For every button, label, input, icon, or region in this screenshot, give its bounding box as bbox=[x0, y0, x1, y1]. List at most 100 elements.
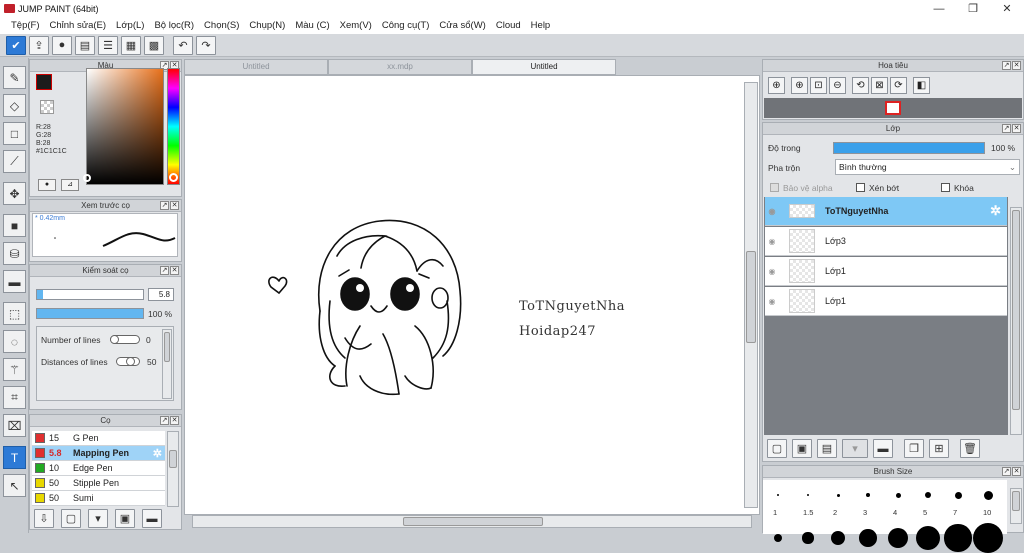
layer-folder-icon[interactable]: ▬ bbox=[873, 439, 893, 458]
clipping-checkbox[interactable] bbox=[856, 183, 865, 192]
menu-view[interactable]: Xem(V) bbox=[335, 20, 377, 31]
transparent-swatch[interactable] bbox=[40, 100, 54, 114]
brush-size-dot-large[interactable] bbox=[944, 524, 972, 552]
canvas-vertical-scrollbar[interactable] bbox=[744, 82, 758, 508]
zoom-out-icon[interactable]: ⊖ bbox=[829, 76, 846, 94]
lasso-icon[interactable]: ◌ bbox=[3, 330, 26, 353]
swap-icon[interactable]: ⊿ bbox=[61, 179, 79, 191]
drawing-canvas[interactable]: ToTNguyetNha Hoidap247 bbox=[184, 75, 760, 515]
layer-opacity-slider[interactable] bbox=[833, 142, 985, 154]
rotate-right-icon[interactable]: ⟳ bbox=[890, 76, 907, 94]
detach-icon[interactable]: ↗ bbox=[1002, 467, 1011, 476]
blend-mode-select[interactable]: Bình thường ⌄ bbox=[835, 159, 1020, 175]
menu-tools[interactable]: Công cụ(T) bbox=[377, 20, 435, 31]
new-vector-layer-icon[interactable]: ▣ bbox=[792, 439, 812, 458]
layer-row[interactable]: ◉ ToTNguyetNha ✲ bbox=[765, 197, 1007, 226]
brush-item-selected[interactable]: 5.8 Mapping Pen ✲ bbox=[32, 446, 165, 461]
brush-item[interactable]: 50 Sumi bbox=[32, 491, 165, 506]
brush-folder-icon[interactable]: ▬ bbox=[142, 509, 162, 528]
layer-scrollbar[interactable] bbox=[1010, 207, 1022, 435]
close-icon[interactable]: ✕ bbox=[170, 201, 179, 210]
brush-size-slider[interactable] bbox=[36, 289, 144, 300]
brush-size-dot-large[interactable] bbox=[802, 532, 814, 544]
line-tool-icon[interactable]: ⟋ bbox=[3, 150, 26, 173]
detach-icon[interactable]: ↗ bbox=[160, 266, 169, 275]
tab-untitled-active[interactable]: Untitled bbox=[472, 59, 616, 75]
redo-icon[interactable]: ↷ bbox=[196, 35, 216, 55]
undo-icon[interactable]: ↶ bbox=[173, 35, 193, 55]
canvas-horizontal-scrollbar[interactable] bbox=[192, 515, 752, 528]
layer-row[interactable]: ◉ Lớp1 bbox=[765, 257, 1007, 286]
settings-scrollbar[interactable] bbox=[162, 329, 172, 399]
brush-item[interactable]: 15 G Pen bbox=[32, 431, 165, 446]
flip-icon[interactable]: ◧ bbox=[913, 76, 930, 94]
visibility-icon[interactable]: ◉ bbox=[765, 207, 779, 216]
brush-item[interactable]: 50 Stipple Pen bbox=[32, 476, 165, 491]
list-icon[interactable]: ▦ bbox=[121, 35, 141, 55]
fill-rect-icon[interactable]: ■ bbox=[3, 214, 26, 237]
brush-size-value[interactable]: 5.8 bbox=[148, 288, 174, 301]
upload-icon[interactable]: ⇪ bbox=[29, 35, 49, 55]
new-layer-icon[interactable]: ▢ bbox=[767, 439, 787, 458]
close-button[interactable]: ✕ bbox=[990, 0, 1024, 17]
marquee-icon[interactable]: ⬚ bbox=[3, 302, 26, 325]
fit-window-icon[interactable]: ⊡ bbox=[810, 76, 827, 94]
maximize-button[interactable]: ❐ bbox=[956, 0, 990, 17]
brush-size-dot[interactable] bbox=[925, 492, 931, 498]
close-icon[interactable]: ✕ bbox=[170, 266, 179, 275]
menu-help[interactable]: Help bbox=[526, 20, 556, 31]
close-icon[interactable]: ✕ bbox=[170, 416, 179, 425]
brush-size-dot[interactable] bbox=[777, 494, 779, 496]
move-tool-icon[interactable]: ✥ bbox=[3, 182, 26, 205]
brush-size-dot-large[interactable] bbox=[972, 522, 1004, 553]
visibility-icon[interactable]: ◉ bbox=[765, 267, 779, 276]
menu-color[interactable]: Màu (C) bbox=[290, 20, 334, 31]
rotate-left-icon[interactable]: ⟲ bbox=[852, 76, 869, 94]
main-color-swatch[interactable] bbox=[36, 74, 52, 90]
duplicate-layer-icon[interactable]: ❐ bbox=[904, 439, 924, 458]
brush-size-scrollbar[interactable] bbox=[1010, 488, 1022, 524]
check-icon[interactable]: ✔ bbox=[6, 35, 26, 55]
layer-row[interactable]: ◉ Lớp3 bbox=[765, 227, 1007, 256]
navigator-thumbnail[interactable] bbox=[885, 101, 901, 115]
brush-menu-icon[interactable]: ▾ bbox=[88, 509, 108, 528]
new-halftone-layer-icon[interactable]: ▤ bbox=[817, 439, 837, 458]
operation-tool-icon[interactable]: ↖ bbox=[3, 474, 26, 497]
detach-icon[interactable]: ↗ bbox=[160, 201, 169, 210]
protect-alpha-checkbox[interactable] bbox=[770, 183, 779, 192]
lines-toggle[interactable] bbox=[110, 335, 140, 344]
brush-size-dot-large[interactable] bbox=[887, 527, 909, 549]
gear-icon[interactable]: ✲ bbox=[153, 447, 162, 460]
zoom-in-icon[interactable]: ⊕ bbox=[791, 76, 808, 94]
grid-icon[interactable]: ▩ bbox=[144, 35, 164, 55]
brush-size-dot[interactable] bbox=[954, 491, 962, 499]
minimize-button[interactable]: — bbox=[922, 0, 956, 17]
layer-type-dropdown[interactable]: ▾ bbox=[842, 439, 868, 458]
gradient-icon[interactable]: ▬ bbox=[3, 270, 26, 293]
bucket-icon[interactable]: ⛁ bbox=[3, 242, 26, 265]
page-icon[interactable]: ☰ bbox=[98, 35, 118, 55]
brush-item[interactable]: 10 Edge Pen bbox=[32, 461, 165, 476]
select-pen-icon[interactable]: ⌗ bbox=[3, 386, 26, 409]
trash-icon[interactable]: 🗑 bbox=[960, 439, 980, 458]
select-eraser-icon[interactable]: ⌧ bbox=[3, 414, 26, 437]
text-tool-icon[interactable]: T bbox=[3, 446, 26, 469]
menu-cloud[interactable]: Cloud bbox=[491, 20, 526, 31]
comment-icon[interactable]: ● bbox=[52, 35, 72, 55]
zoom-fit-icon[interactable]: ⊕ bbox=[768, 76, 785, 94]
menu-file[interactable]: Tệp(F) bbox=[6, 20, 45, 31]
visibility-icon[interactable]: ◉ bbox=[765, 237, 779, 246]
brush-copy-icon[interactable]: ▣ bbox=[115, 509, 135, 528]
palette-icon[interactable]: ● bbox=[38, 179, 56, 191]
gear-icon[interactable]: ✲ bbox=[990, 203, 1001, 219]
new-brush-icon[interactable]: ▢ bbox=[61, 509, 81, 528]
brush-size-dot-large[interactable] bbox=[916, 526, 940, 550]
brush-size-dot-large[interactable] bbox=[774, 534, 782, 542]
select-rect-icon[interactable]: □ bbox=[3, 122, 26, 145]
reset-rotation-icon[interactable]: ⊠ bbox=[871, 76, 888, 94]
tab-xx-mdp[interactable]: xx.mdp bbox=[328, 59, 472, 75]
close-icon[interactable]: ✕ bbox=[1012, 124, 1021, 133]
menu-layer[interactable]: Lớp(L) bbox=[111, 20, 149, 31]
layer-row[interactable]: ◉ Lớp1 bbox=[765, 287, 1007, 316]
brush-size-dot[interactable] bbox=[983, 490, 993, 500]
